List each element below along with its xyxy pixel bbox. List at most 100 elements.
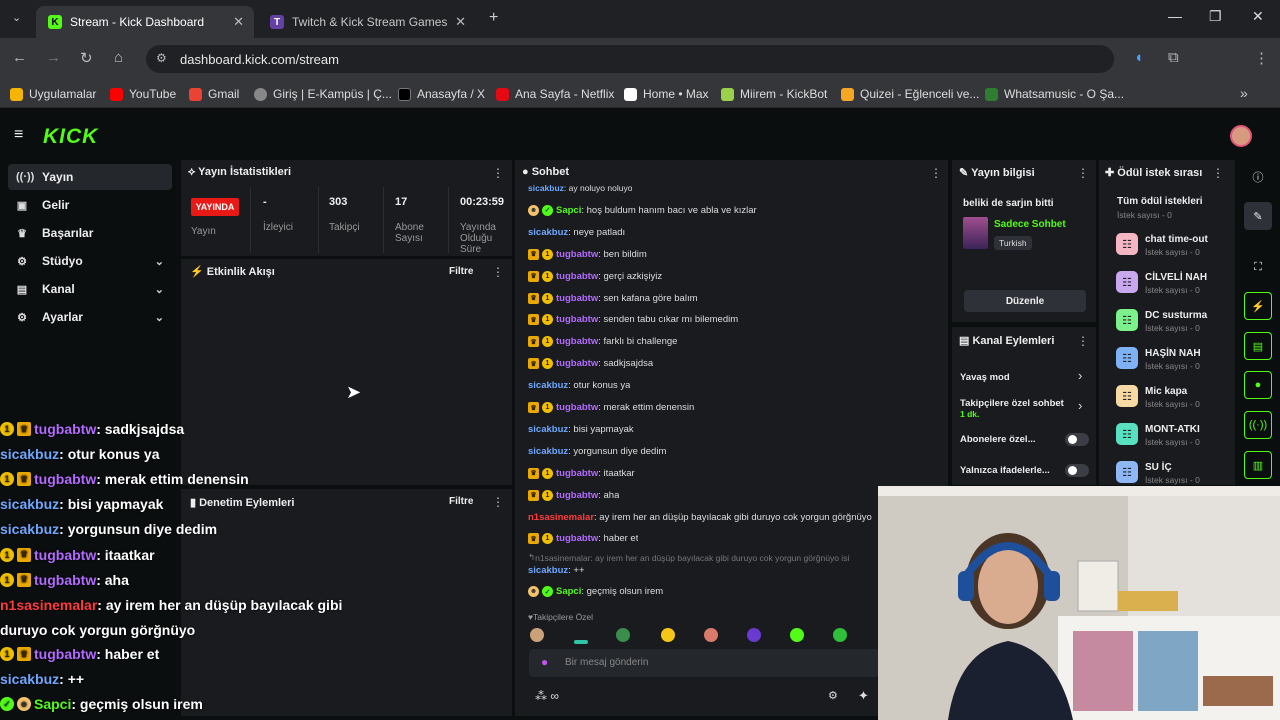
chat-username[interactable]: sicakbuz: [528, 380, 568, 391]
activity-filter-button[interactable]: Filtre: [449, 266, 473, 277]
chat-username[interactable]: tugbabtw: [556, 314, 598, 325]
chat-username[interactable]: tugbabtw: [556, 468, 598, 479]
category-name[interactable]: Sadece Sohbet: [994, 219, 1066, 230]
chat-username[interactable]: n1sasinemalar: [0, 597, 97, 613]
chat-username[interactable]: tugbabtw: [556, 533, 598, 544]
emote-icon[interactable]: [616, 628, 630, 642]
chat-username[interactable]: tugbabtw: [556, 358, 598, 369]
edit-icon[interactable]: ✎: [1244, 202, 1272, 230]
sidebar-item-kanal[interactable]: ▤ Kanal ⌄: [8, 276, 172, 302]
chat-username[interactable]: sicakbuz: [0, 521, 59, 537]
chat-username[interactable]: tugbabtw: [34, 572, 96, 588]
emote-icon[interactable]: [574, 640, 588, 644]
lightning-icon[interactable]: ⚡: [1244, 292, 1272, 320]
chevron-right-icon[interactable]: ›: [1078, 398, 1082, 413]
activity-menu-icon[interactable]: ⋮: [492, 265, 504, 279]
broadcast-icon[interactable]: ((·)): [1244, 411, 1272, 439]
bookmark-x[interactable]: Anasayfa / X: [398, 87, 485, 101]
bookmark-youtube[interactable]: YouTube: [110, 87, 176, 101]
chat-username[interactable]: Sapci: [556, 205, 581, 216]
user-avatar[interactable]: [1230, 125, 1252, 147]
emote-icon[interactable]: [530, 628, 544, 642]
hamburger-menu-icon[interactable]: ≡: [14, 126, 23, 144]
more-bookmarks-icon[interactable]: »: [1240, 85, 1248, 101]
document-icon[interactable]: ▤: [1244, 332, 1272, 360]
extensions-puzzle-icon[interactable]: ⧉: [1168, 49, 1179, 66]
back-icon[interactable]: ←: [12, 49, 27, 66]
bookmark-apps[interactable]: Uygulamalar: [10, 87, 96, 101]
chat-username[interactable]: n1sasinemalar: [528, 512, 594, 523]
browser-menu-icon[interactable]: ⋮: [1254, 49, 1269, 67]
bookmark-gmail[interactable]: Gmail: [189, 87, 239, 101]
emote-icon[interactable]: [790, 628, 804, 642]
close-tab-icon[interactable]: ✕: [233, 14, 244, 30]
new-tab-icon[interactable]: +: [489, 9, 498, 27]
chat-username[interactable]: tugbabtw: [34, 646, 96, 662]
tab-search-icon[interactable]: ⌄: [12, 11, 21, 24]
channel-actions-menu-icon[interactable]: ⋮: [1077, 334, 1089, 348]
chat-username[interactable]: sicakbuz: [528, 424, 568, 435]
emote-icon[interactable]: [747, 628, 761, 642]
rewards-menu-icon[interactable]: ⋮: [1212, 166, 1224, 180]
address-bar[interactable]: ⚙ dashboard.kick.com/stream: [146, 45, 1114, 73]
extension-icon[interactable]: ◖: [1134, 49, 1143, 66]
chat-username[interactable]: tugbabtw: [556, 402, 598, 413]
chat-username[interactable]: sicakbuz: [0, 446, 59, 462]
fullscreen-icon[interactable]: ⛶: [1244, 253, 1272, 281]
chevron-right-icon[interactable]: ›: [1078, 368, 1082, 383]
all-rewards-label[interactable]: Tüm ödül istekleri: [1117, 196, 1203, 207]
queue-icon[interactable]: ▥: [1244, 451, 1272, 479]
chat-username[interactable]: Sapci: [556, 586, 581, 597]
chat-username[interactable]: sicakbuz: [528, 227, 568, 238]
site-info-icon[interactable]: ⚙: [156, 51, 167, 65]
bookmark-max[interactable]: Home • Max: [624, 87, 709, 101]
moderation-menu-icon[interactable]: ⋮: [492, 495, 504, 509]
chat-icon[interactable]: ●: [1244, 371, 1272, 399]
chat-username[interactable]: tugbabtw: [556, 293, 598, 304]
close-tab-icon[interactable]: ✕: [455, 14, 466, 30]
stream-info-menu-icon[interactable]: ⋮: [1077, 166, 1089, 180]
sidebar-item-yayin[interactable]: ((·)) Yayın: [8, 164, 172, 190]
chat-username[interactable]: sicakbuz: [0, 671, 59, 687]
followers-only-label[interactable]: Takipçilere özel sohbet: [960, 398, 1076, 409]
chat-username[interactable]: sicakbuz: [0, 496, 59, 512]
chat-username[interactable]: tugbabtw: [34, 471, 96, 487]
chat-username[interactable]: Sapci: [34, 696, 71, 712]
emote-icon[interactable]: [833, 628, 847, 642]
moderation-filter-button[interactable]: Filtre: [449, 496, 473, 507]
chat-username[interactable]: tugbabtw: [556, 336, 598, 347]
chat-input[interactable]: ● Bir mesaj gönderin: [529, 649, 879, 677]
emote-icon[interactable]: [704, 628, 718, 642]
sidebar-item-ayarlar[interactable]: ⚙ Ayarlar ⌄: [8, 304, 172, 330]
edit-stream-button[interactable]: Düzenle: [964, 290, 1086, 312]
bookmark-quizei[interactable]: Quizei - Eğlenceli ve...: [841, 87, 979, 101]
sidebar-item-gelir[interactable]: ▣ Gelir: [8, 192, 172, 218]
chat-settings-icon[interactable]: ⚙: [828, 689, 838, 702]
bookmark-kickbot[interactable]: Miirem - KickBot: [721, 87, 827, 101]
forward-icon[interactable]: →: [46, 49, 61, 66]
emotes-only-toggle[interactable]: [1065, 464, 1089, 477]
kick-logo[interactable]: KICK: [43, 125, 98, 149]
chat-username[interactable]: sicakbuz: [528, 446, 568, 457]
chat-username[interactable]: tugbabtw: [556, 249, 598, 260]
minimize-icon[interactable]: —: [1168, 8, 1182, 24]
info-icon[interactable]: ⓘ: [1244, 163, 1272, 191]
stats-menu-icon[interactable]: ⋮: [492, 166, 504, 180]
home-icon[interactable]: ⌂: [114, 49, 123, 66]
tab-stream-games[interactable]: T Twitch & Kick Stream Games ✕: [258, 6, 476, 38]
tab-kick-dashboard[interactable]: K Stream - Kick Dashboard ✕: [36, 6, 254, 38]
bookmark-ekampus[interactable]: Giriş | E-Kampüs | Ç...: [254, 87, 392, 101]
close-window-icon[interactable]: ✕: [1252, 8, 1264, 25]
chat-username[interactable]: sicakbuz: [528, 565, 568, 576]
emote-icon[interactable]: [661, 628, 675, 642]
chat-username[interactable]: tugbabtw: [34, 421, 96, 437]
sidebar-item-basarilar[interactable]: ♛ Başarılar: [8, 220, 172, 246]
slow-mode-label[interactable]: Yavaş mod: [960, 372, 1010, 383]
chat-menu-icon[interactable]: ⋮: [930, 166, 942, 180]
emote-picker-icon[interactable]: ⁂ ∞: [535, 689, 559, 703]
chat-username[interactable]: tugbabtw: [556, 271, 598, 282]
bookmark-netflix[interactable]: Ana Sayfa - Netflix: [496, 87, 614, 101]
chat-username[interactable]: tugbabtw: [556, 490, 598, 501]
subscribers-only-toggle[interactable]: [1065, 433, 1089, 446]
bookmark-whatsamusic[interactable]: Whatsamusic - O Şa...: [985, 87, 1124, 101]
